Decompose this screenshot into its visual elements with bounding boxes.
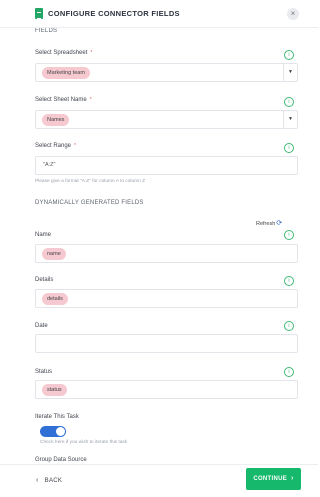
details-field-label: Details xyxy=(35,277,54,283)
name-field-label: Name xyxy=(35,232,52,238)
modal-footer: ‹ BACK CONTINUE › xyxy=(0,464,318,497)
continue-button[interactable]: CONTINUE › xyxy=(246,468,301,490)
chevron-right-icon: › xyxy=(291,475,294,482)
name-field-input[interactable]: name xyxy=(35,244,298,263)
refresh-icon: ⟳ xyxy=(276,220,283,227)
range-input[interactable]: "A:Z" xyxy=(35,156,298,175)
info-icon[interactable]: i xyxy=(284,367,294,377)
status-field-input[interactable]: status xyxy=(35,380,298,399)
name-field-pill: name xyxy=(42,248,66,260)
info-icon[interactable]: i xyxy=(284,276,294,286)
modal-header: CONFIGURE CONNECTOR FIELDS × xyxy=(0,0,318,28)
info-icon[interactable]: i xyxy=(284,230,294,240)
spreadsheet-label: Select Spreadsheet * xyxy=(35,50,93,56)
refresh-button[interactable]: Refresh⟳ xyxy=(256,219,282,227)
info-icon[interactable]: i xyxy=(284,50,294,60)
date-field-label: Date xyxy=(35,323,48,329)
range-label: Select Range * xyxy=(35,143,76,149)
details-field-pill: details xyxy=(42,293,68,305)
google-sheets-icon xyxy=(35,8,43,19)
iterate-label: Iterate This Task xyxy=(35,414,79,420)
range-hint: Please give a format "A:Z" for column A … xyxy=(35,179,146,184)
iterate-hint: Check here if you wish to iterate this t… xyxy=(40,440,128,445)
close-icon[interactable]: × xyxy=(287,8,299,20)
spreadsheet-value-pill: Marketing team xyxy=(42,67,90,79)
modal-title: CONFIGURE CONNECTOR FIELDS xyxy=(48,9,180,18)
sheet-name-select[interactable]: Names ▼ xyxy=(35,110,298,129)
details-field-input[interactable]: details xyxy=(35,289,298,308)
sheet-name-value-pill: Names xyxy=(42,114,70,126)
info-icon[interactable]: i xyxy=(284,321,294,331)
iterate-toggle[interactable] xyxy=(40,426,66,437)
group-data-source-label: Group Data Source xyxy=(35,457,87,463)
fields-section-title: FIELDS xyxy=(35,28,58,34)
info-icon[interactable]: i xyxy=(284,97,294,107)
date-field-input[interactable] xyxy=(35,334,298,353)
form-body[interactable]: FIELDS Select Spreadsheet * i Marketing t… xyxy=(0,28,318,464)
info-icon[interactable]: i xyxy=(284,143,294,153)
spreadsheet-select[interactable]: Marketing team ▼ xyxy=(35,63,298,82)
range-value: "A:Z" xyxy=(43,162,56,168)
dynamic-section-title: DYNAMICALLY GENERATED FIELDS xyxy=(35,200,144,206)
back-button[interactable]: ‹ BACK xyxy=(36,477,62,484)
toggle-knob xyxy=(56,427,65,436)
sheet-name-label: Select Sheet Name * xyxy=(35,97,92,103)
status-field-pill: status xyxy=(42,384,67,396)
chevron-left-icon: ‹ xyxy=(36,477,39,484)
caret-down-icon[interactable]: ▼ xyxy=(283,111,297,128)
caret-down-icon[interactable]: ▼ xyxy=(283,64,297,81)
status-field-label: Status xyxy=(35,369,53,375)
